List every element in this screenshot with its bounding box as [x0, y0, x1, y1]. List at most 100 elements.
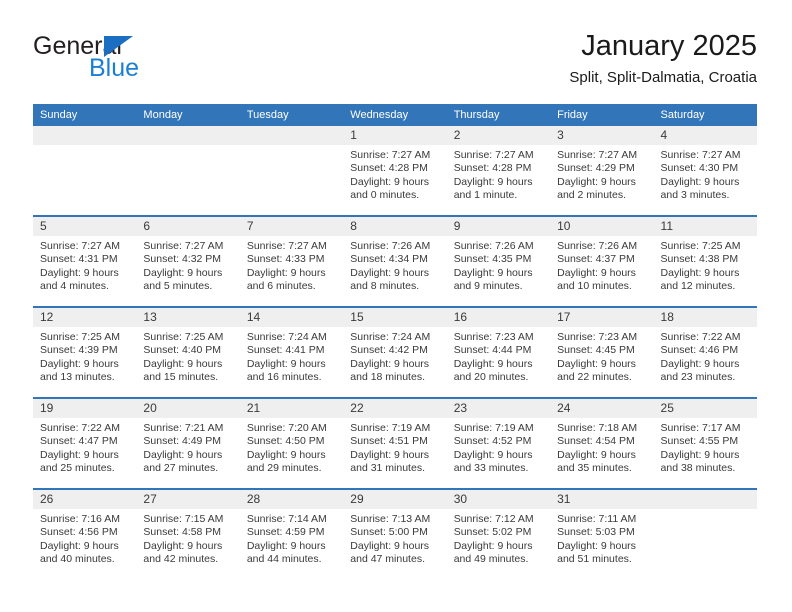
calendar-cell-day[interactable]: 9 Sunrise: 7:26 AM Sunset: 4:35 PM Daylight…	[446, 215, 551, 307]
day-number: 26	[33, 490, 137, 509]
daylight-text-line1: Daylight: 9 hours	[40, 357, 119, 370]
calendar-week-row: 19 Sunrise: 7:22 AM Sunset: 4:47 PM Dayligh…	[33, 397, 757, 489]
calendar-cell-day[interactable]: 14 Sunrise: 7:24 AM Sunset: 4:41 PM Dayligh…	[239, 306, 344, 398]
daylight-text-line2: and 5 minutes.	[143, 280, 213, 293]
sunrise-text: Sunrise: 7:12 AM	[453, 513, 534, 525]
calendar-cell-day[interactable]: 31 Sunrise: 7:11 AM Sunset: 5:03 PM Dayligh…	[550, 488, 654, 579]
sunrise-text: Sunrise: 7:18 AM	[557, 422, 638, 434]
daylight-text-line2: and 29 minutes.	[246, 462, 322, 475]
calendar-cell-day[interactable]: 21 Sunrise: 7:20 AM Sunset: 4:50 PM Dayligh…	[239, 397, 344, 489]
sunset-text: Sunset: 4:31 PM	[40, 253, 118, 266]
calendar-cell-day[interactable]: 7 Sunrise: 7:27 AM Sunset: 4:33 PM Daylight…	[239, 215, 344, 307]
calendar-cell-day[interactable]: 15 Sunrise: 7:24 AM Sunset: 4:42 PM Dayligh…	[343, 306, 447, 398]
calendar-header-row: Sunday Monday Tuesday Wednesday Thursday…	[33, 104, 757, 126]
calendar-cell-day[interactable]: 22 Sunrise: 7:19 AM Sunset: 4:51 PM Dayligh…	[343, 397, 447, 489]
sunset-text: Sunset: 4:28 PM	[453, 162, 532, 175]
calendar-cell-day[interactable]: 20 Sunrise: 7:21 AM Sunset: 4:49 PM Dayligh…	[136, 397, 240, 489]
daylight-text-line1: Daylight: 9 hours	[143, 357, 223, 370]
sunrise-text: Sunrise: 7:17 AM	[660, 422, 741, 434]
sunset-text: Sunset: 4:46 PM	[660, 344, 739, 357]
day-sun-info: Sunrise: 7:15 AM Sunset: 4:58 PM Daylight:…	[136, 509, 239, 567]
calendar-cell-day[interactable]: 10 Sunrise: 7:26 AM Sunset: 4:37 PM Dayligh…	[550, 215, 654, 307]
calendar-cell-day[interactable]: 16 Sunrise: 7:23 AM Sunset: 4:44 PM Dayligh…	[446, 306, 551, 398]
calendar-cell-day[interactable]: 5 Sunrise: 7:27 AM Sunset: 4:31 PM Daylight…	[33, 215, 137, 307]
weekday-header-wednesday: Wednesday	[343, 104, 447, 126]
day-sun-info: Sunrise: 7:23 AM Sunset: 4:45 PM Daylight:…	[550, 327, 653, 385]
daylight-text-line1: Daylight: 9 hours	[350, 539, 430, 552]
calendar-cell-day[interactable]: 4 Sunrise: 7:27 AM Sunset: 4:30 PM Daylight…	[653, 126, 757, 216]
daylight-text-line2: and 49 minutes.	[453, 553, 529, 566]
day-number: 7	[239, 217, 344, 236]
weekday-header-friday: Friday	[550, 104, 654, 126]
calendar-cell-day[interactable]: 26 Sunrise: 7:16 AM Sunset: 4:56 PM Dayligh…	[33, 488, 137, 579]
daylight-text-line1: Daylight: 9 hours	[246, 448, 326, 461]
sunrise-text: Sunrise: 7:11 AM	[557, 513, 637, 525]
sunrise-text: Sunrise: 7:22 AM	[40, 422, 120, 434]
calendar-body: 1 Sunrise: 7:27 AM Sunset: 4:28 PM Daylight…	[33, 126, 757, 579]
day-sun-info: Sunrise: 7:25 AM Sunset: 4:38 PM Daylight:…	[654, 236, 757, 294]
day-sun-info: Sunrise: 7:25 AM Sunset: 4:40 PM Daylight:…	[136, 327, 239, 385]
day-sun-info: Sunrise: 7:14 AM Sunset: 4:59 PM Daylight:…	[240, 509, 343, 567]
day-sun-info: Sunrise: 7:27 AM Sunset: 4:32 PM Daylight:…	[136, 236, 239, 294]
weekday-header-thursday: Thursday	[446, 104, 551, 126]
sunrise-text: Sunrise: 7:27 AM	[557, 149, 638, 161]
sunset-text: Sunset: 4:39 PM	[40, 344, 118, 357]
sunset-text: Sunset: 4:29 PM	[557, 162, 635, 175]
daylight-text-line1: Daylight: 9 hours	[143, 266, 223, 279]
sunset-text: Sunset: 4:42 PM	[350, 344, 428, 357]
calendar-cell-day[interactable]: 17 Sunrise: 7:23 AM Sunset: 4:45 PM Dayligh…	[550, 306, 654, 398]
calendar-cell-day[interactable]: 13 Sunrise: 7:25 AM Sunset: 4:40 PM Dayligh…	[136, 306, 240, 398]
day-number: 20	[136, 399, 240, 418]
day-sun-info: Sunrise: 7:24 AM Sunset: 4:42 PM Daylight:…	[343, 327, 446, 385]
daylight-text-line1: Daylight: 9 hours	[40, 539, 119, 552]
daylight-text-line2: and 38 minutes.	[660, 462, 736, 475]
calendar-cell-day[interactable]: 6 Sunrise: 7:27 AM Sunset: 4:32 PM Daylight…	[136, 215, 240, 307]
calendar-cell-day[interactable]: 19 Sunrise: 7:22 AM Sunset: 4:47 PM Dayligh…	[33, 397, 137, 489]
day-sun-info: Sunrise: 7:27 AM Sunset: 4:33 PM Daylight:…	[240, 236, 343, 294]
calendar-cell-day[interactable]: 1 Sunrise: 7:27 AM Sunset: 4:28 PM Daylight…	[343, 126, 447, 216]
sunrise-text: Sunrise: 7:27 AM	[660, 149, 741, 161]
sunrise-text: Sunrise: 7:27 AM	[40, 240, 120, 252]
calendar-cell-day[interactable]: 23 Sunrise: 7:19 AM Sunset: 4:52 PM Dayligh…	[446, 397, 551, 489]
day-number: 17	[550, 308, 654, 327]
daylight-text-line2: and 13 minutes.	[40, 371, 115, 384]
day-number	[136, 126, 240, 145]
calendar-cell-day[interactable]: 11 Sunrise: 7:25 AM Sunset: 4:38 PM Dayligh…	[653, 215, 757, 307]
calendar-cell-day[interactable]: 2 Sunrise: 7:27 AM Sunset: 4:28 PM Daylight…	[446, 126, 551, 216]
general-blue-logo[interactable]: General Blue	[33, 32, 223, 88]
sunset-text: Sunset: 4:59 PM	[246, 526, 325, 539]
calendar-cell-day[interactable]: 29 Sunrise: 7:13 AM Sunset: 5:00 PM Dayligh…	[343, 488, 447, 579]
day-number: 22	[343, 399, 447, 418]
daylight-text-line2: and 35 minutes.	[557, 462, 632, 475]
calendar-cell-day[interactable]: 30 Sunrise: 7:12 AM Sunset: 5:02 PM Dayligh…	[446, 488, 551, 579]
daylight-text-line1: Daylight: 9 hours	[350, 266, 430, 279]
day-number: 30	[446, 490, 551, 509]
calendar-cell-day[interactable]: 8 Sunrise: 7:26 AM Sunset: 4:34 PM Daylight…	[343, 215, 447, 307]
day-sun-info: Sunrise: 7:16 AM Sunset: 4:56 PM Daylight:…	[33, 509, 136, 567]
sunset-text: Sunset: 4:35 PM	[453, 253, 532, 266]
daylight-text-line1: Daylight: 9 hours	[40, 448, 119, 461]
calendar-cell-day[interactable]: 28 Sunrise: 7:14 AM Sunset: 4:59 PM Dayligh…	[239, 488, 344, 579]
day-sun-info: Sunrise: 7:26 AM Sunset: 4:34 PM Daylight:…	[343, 236, 446, 294]
sunset-text: Sunset: 4:38 PM	[660, 253, 739, 266]
sunrise-text: Sunrise: 7:24 AM	[350, 331, 431, 343]
title-block: January 2025 Split, Split-Dalmatia, Croa…	[569, 28, 757, 89]
sunset-text: Sunset: 4:52 PM	[453, 435, 532, 448]
daylight-text-line2: and 22 minutes.	[557, 371, 632, 384]
daylight-text-line2: and 8 minutes.	[350, 280, 420, 293]
daylight-text-line2: and 20 minutes.	[453, 371, 529, 384]
sunrise-text: Sunrise: 7:14 AM	[246, 513, 327, 525]
daylight-text-line1: Daylight: 9 hours	[557, 357, 636, 370]
calendar-cell-day[interactable]: 24 Sunrise: 7:18 AM Sunset: 4:54 PM Dayligh…	[550, 397, 654, 489]
day-sun-info: Sunrise: 7:19 AM Sunset: 4:51 PM Daylight:…	[343, 418, 446, 476]
calendar-cell-day[interactable]: 12 Sunrise: 7:25 AM Sunset: 4:39 PM Dayligh…	[33, 306, 137, 398]
daylight-text-line1: Daylight: 9 hours	[557, 175, 636, 188]
calendar-cell-day[interactable]: 3 Sunrise: 7:27 AM Sunset: 4:29 PM Daylight…	[550, 126, 654, 216]
calendar-cell-day[interactable]: 25 Sunrise: 7:17 AM Sunset: 4:55 PM Dayligh…	[653, 397, 757, 489]
sunset-text: Sunset: 5:02 PM	[453, 526, 532, 539]
daylight-text-line1: Daylight: 9 hours	[143, 448, 223, 461]
calendar-cell-day[interactable]: 27 Sunrise: 7:15 AM Sunset: 4:58 PM Dayligh…	[136, 488, 240, 579]
sunset-text: Sunset: 4:34 PM	[350, 253, 428, 266]
day-number: 14	[239, 308, 344, 327]
calendar-cell-day[interactable]: 18 Sunrise: 7:22 AM Sunset: 4:46 PM Dayligh…	[653, 306, 757, 398]
